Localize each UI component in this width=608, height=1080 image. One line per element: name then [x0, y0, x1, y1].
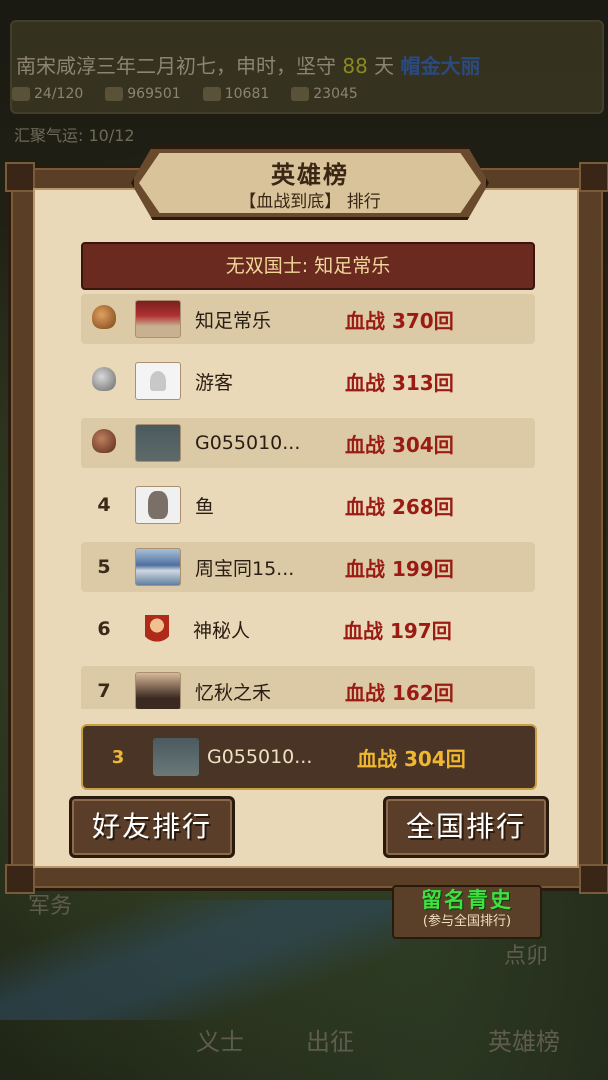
player-name: 游客 — [195, 371, 234, 394]
player-score: 血战 197回 — [343, 618, 452, 643]
my-score: 血战 304回 — [357, 746, 466, 771]
my-name: G055010... — [207, 746, 313, 768]
days-suffix: 天 — [374, 54, 395, 78]
stat-coins: 969501 — [105, 86, 181, 102]
panel-body: 无双国士: 知足常乐 知足常乐 血战 370回 游客 血战 313回 G0550… — [33, 188, 579, 868]
resource-stats: 24/120 969501 10681 23045 — [12, 86, 358, 102]
avatar — [135, 300, 181, 338]
nav-expedition: 出征 — [306, 1028, 354, 1056]
troops-icon — [12, 87, 30, 101]
corner-ornament — [5, 864, 35, 894]
player-name: 忆秋之禾 — [195, 681, 272, 704]
player-score: 血战 268回 — [345, 494, 454, 519]
my-rank: 3 — [111, 746, 125, 768]
corner-ornament — [579, 864, 608, 894]
fame-title: 留名青史 — [421, 888, 513, 912]
rank-cell — [81, 366, 127, 396]
luck-counter: 汇聚气运: 10/12 — [14, 126, 135, 145]
grain-icon — [291, 87, 310, 101]
gold-helmet-icon — [92, 304, 116, 329]
table-row[interactable]: 7 忆秋之禾 血战 162回 — [81, 666, 535, 709]
mao-label: 点卯 — [504, 944, 549, 969]
champion-banner: 无双国士: 知足常乐 — [81, 242, 535, 290]
friends-ranking-button[interactable]: 好友排行 — [69, 796, 235, 858]
player-name: 知足常乐 — [195, 309, 272, 332]
player-name: G055010... — [195, 432, 301, 454]
title-plate: 英雄榜 【血战到底】 排行 — [131, 146, 489, 220]
avatar — [135, 486, 181, 524]
player-name: 鱼 — [195, 495, 215, 518]
join-national-ranking-button[interactable]: 留名青史 (参与全国排行) — [392, 885, 542, 939]
stat-troops: 24/120 — [12, 86, 83, 102]
page-subtitle: 【血战到底】 排行 — [239, 192, 381, 212]
avatar — [135, 362, 181, 400]
player-name: 周宝同15... — [195, 557, 295, 580]
corner-ornament — [579, 162, 608, 192]
table-row[interactable]: 知足常乐 血战 370回 — [81, 294, 535, 344]
my-rank-row: 3 G055010... 血战 304回 — [81, 724, 537, 790]
rank-cell: 5 — [97, 556, 111, 578]
silver-helmet-icon — [92, 366, 116, 391]
avatar — [135, 672, 181, 709]
fame-subtitle: (参与全国排行) — [422, 914, 512, 929]
nav-heroes: 义士 — [196, 1028, 244, 1056]
stat-people: 10681 — [202, 86, 269, 102]
title-plate-inner: 英雄榜 【血战到底】 排行 — [139, 153, 481, 213]
rank-cell — [81, 304, 127, 334]
date-text: 南宋咸淳三年二月初七，申时，坚守 — [16, 54, 336, 78]
table-row[interactable]: 6 神秘人 血战 197回 — [81, 604, 535, 654]
avatar — [153, 738, 199, 776]
bronze-helmet-icon — [92, 428, 116, 453]
stat-grain: 23045 — [291, 86, 358, 102]
player-score: 血战 313回 — [345, 370, 454, 395]
player-score: 血战 199回 — [345, 556, 454, 581]
nav-leaderboard: 英雄榜 — [488, 1028, 560, 1056]
table-row[interactable]: 游客 血战 313回 — [81, 356, 535, 406]
player-score: 血战 304回 — [345, 432, 454, 457]
rank-cell: 7 — [97, 680, 111, 702]
coin-icon — [105, 87, 124, 101]
table-row[interactable]: 5 周宝同15... 血战 199回 — [81, 542, 535, 592]
player-score: 血战 162回 — [345, 680, 454, 705]
player-score: 血战 370回 — [345, 308, 454, 333]
table-row[interactable]: 4 鱼 血战 268回 — [81, 480, 535, 530]
avatar — [135, 424, 181, 462]
national-ranking-button[interactable]: 全国排行 — [383, 796, 549, 858]
corner-ornament — [5, 162, 35, 192]
highlight-text: 帽金大丽 — [400, 54, 481, 78]
people-icon — [202, 87, 221, 101]
avatar — [135, 548, 181, 586]
table-row[interactable]: G055010... 血战 304回 — [81, 418, 535, 468]
leaderboard-panel: 无双国士: 知足常乐 知足常乐 血战 370回 游客 血战 313回 G0550… — [5, 146, 608, 894]
days-count: 88 — [342, 54, 368, 78]
ranking-list[interactable]: 知足常乐 血战 370回 游客 血战 313回 G055010... 血战 30… — [81, 294, 535, 709]
avatar — [135, 611, 179, 647]
date-line: 南宋咸淳三年二月初七，申时，坚守 88 天 帽金大丽 — [16, 50, 481, 79]
rank-cell: 6 — [97, 618, 111, 640]
rank-cell — [81, 428, 127, 458]
page-title: 英雄榜 — [271, 161, 349, 189]
rank-cell: 4 — [97, 494, 111, 516]
player-name: 神秘人 — [193, 619, 251, 642]
